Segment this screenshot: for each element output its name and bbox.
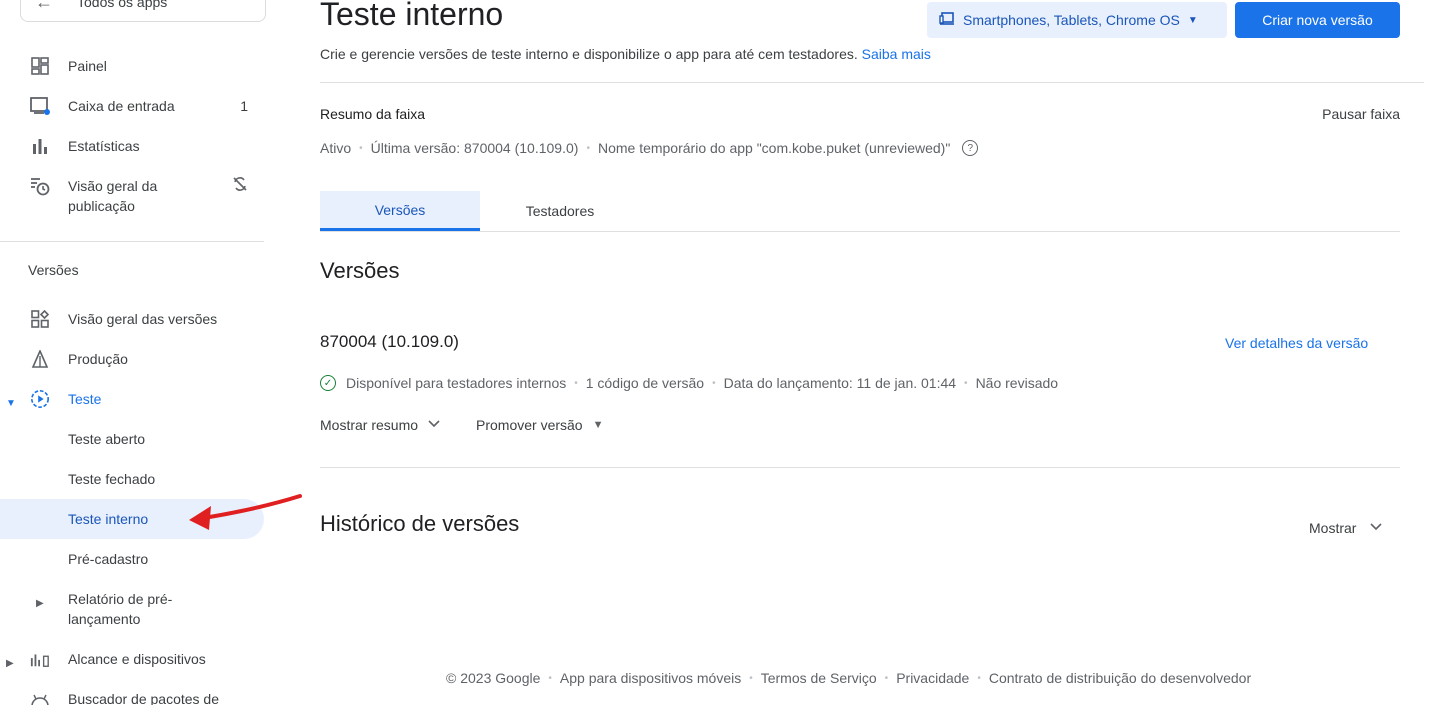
pause-track-button[interactable]: Pausar faixa (1322, 106, 1400, 122)
sidebar-item-publishing-overview[interactable]: Visão geral da publicação (0, 176, 264, 216)
release-version-codes: 1 código de versão (585, 375, 705, 391)
separator-dot: • (359, 142, 363, 154)
footer-mobile-app-link[interactable]: App para dispositivos móveis (560, 670, 741, 686)
footer: © 2023 Google • App para dispositivos mó… (446, 670, 1251, 686)
sidebar-item-label: Teste interno (68, 511, 149, 527)
sidebar-item-label: Visão geral da publicação (68, 176, 157, 216)
check-circle-icon: ✓ (320, 375, 336, 391)
separator-dot: • (712, 377, 716, 389)
sidebar-item-label: Relatório de pré- lançamento (68, 589, 172, 629)
help-icon[interactable]: ? (962, 140, 979, 156)
device-selector-button[interactable]: Smartphones, Tablets, Chrome OS ▼ (927, 2, 1227, 38)
sidebar-item-label: Caixa de entrada (68, 98, 175, 114)
latest-release: Última versão: 870004 (10.109.0) (370, 140, 579, 156)
separator-dot: • (574, 377, 578, 389)
releases-divider (320, 467, 1400, 468)
chevron-down-icon (1370, 522, 1383, 534)
production-icon (30, 349, 50, 369)
tabs-divider (320, 231, 1400, 232)
label-line-1: Relatório de pré- (68, 591, 173, 607)
sidebar-item-label: Teste fechado (68, 471, 156, 487)
caret-down-icon[interactable]: ▼ (6, 394, 16, 414)
label-line-1: Visão geral da (68, 178, 158, 194)
all-apps-label: Todos os apps (77, 0, 168, 10)
subtitle-text: Crie e gerencie versões de teste interno… (320, 46, 858, 62)
show-history-button[interactable]: Mostrar (1309, 520, 1383, 536)
sidebar-section-title: Versões (28, 262, 79, 278)
show-summary-button[interactable]: Mostrar resumo (320, 417, 440, 433)
promote-release-button[interactable]: Promover versão ▼ (476, 417, 603, 433)
footer-distribution-link[interactable]: Contrato de distribuição do desenvolvedo… (989, 670, 1251, 686)
separator-dot: • (964, 377, 968, 389)
sidebar-item-label: Estatísticas (68, 138, 140, 154)
devices-icon (939, 11, 955, 29)
sidebar-item-label: Visão geral das versões (68, 311, 218, 327)
sidebar-divider (0, 241, 264, 242)
device-selector-label: Smartphones, Tablets, Chrome OS (963, 12, 1180, 28)
inbox-icon (30, 96, 50, 116)
separator-dot: • (884, 672, 889, 684)
grid-icon (30, 309, 50, 329)
learn-more-link[interactable]: Saiba mais (862, 46, 931, 62)
promote-release-label: Promover versão (476, 417, 583, 433)
track-summary-title: Resumo da faixa (320, 106, 426, 122)
bar-chart-icon (30, 136, 50, 156)
chevron-down-icon (428, 419, 440, 431)
sidebar: ← Todos os apps Painel Caixa de entrada … (0, 0, 280, 705)
separator-dot: • (977, 672, 981, 684)
release-availability: Disponível para testadores internos (346, 375, 567, 391)
track-meta: Ativo • Última versão: 870004 (10.109.0)… (320, 140, 979, 156)
track-status: Ativo (320, 140, 352, 156)
back-arrow-icon: ← (35, 0, 53, 12)
annotation-arrow-icon (189, 494, 302, 530)
footer-copyright: © 2023 Google (446, 670, 541, 686)
view-release-details-link[interactable]: Ver detalhes da versão (1225, 335, 1368, 351)
dashboard-icon (30, 56, 50, 76)
footer-terms-link[interactable]: Termos de Serviço (761, 670, 877, 686)
release-meta: ✓ Disponível para testadores internos • … (320, 375, 1058, 391)
page-subtitle: Crie e gerencie versões de teste interno… (320, 46, 931, 62)
release-launch-date: Data do lançamento: 11 de jan. 01:44 (723, 375, 957, 391)
sidebar-item-prelaunch-report[interactable]: ▶ Relatório de pré- lançamento (0, 589, 264, 629)
sidebar-item-label: Teste aberto (68, 431, 146, 447)
release-version-code: 870004 (10.109.0) (320, 332, 459, 351)
release-history-heading: Histórico de versões (320, 511, 520, 536)
label-line-2: publicação (68, 198, 135, 214)
separator-dot: • (548, 672, 552, 684)
android-icon (30, 689, 50, 705)
create-release-button[interactable]: Criar nova versão (1235, 2, 1400, 38)
caret-right-icon[interactable]: ▶ (36, 594, 44, 614)
sidebar-item-label: Pré-cadastro (68, 551, 149, 567)
release-review-status: Não revisado (975, 375, 1059, 391)
tab-releases[interactable]: Versões (320, 191, 480, 231)
publishing-overview-icon (30, 176, 50, 196)
sidebar-item-label: Produção (68, 351, 128, 367)
tab-testers[interactable]: Testadores (480, 191, 640, 231)
separator-dot: • (586, 142, 590, 154)
reach-chart-icon (30, 649, 50, 669)
sidebar-item-label: Painel (68, 58, 107, 74)
play-circle-icon (30, 389, 50, 409)
page-title: Teste interno (320, 0, 504, 32)
separator-dot: • (749, 672, 753, 684)
sidebar-item-label: Teste (68, 391, 102, 407)
temporary-app-name: Nome temporário do app "com.kobe.puket (… (597, 140, 951, 156)
caret-right-icon[interactable]: ▶ (6, 654, 14, 674)
inbox-count-badge: 1 (240, 98, 248, 114)
show-summary-label: Mostrar resumo (320, 417, 419, 433)
sidebar-item-label: Alcance e dispositivos (68, 651, 206, 667)
label-line-2: lançamento (68, 611, 141, 627)
sidebar-item-label: Buscador de pacotes de (68, 691, 219, 705)
footer-privacy-link[interactable]: Privacidade (896, 670, 969, 686)
all-apps-button[interactable]: ← Todos os apps (20, 0, 266, 22)
header-divider (320, 82, 1424, 83)
show-history-label: Mostrar (1309, 520, 1357, 536)
dropdown-triangle-icon: ▼ (592, 419, 604, 431)
releases-heading: Versões (320, 258, 400, 283)
dropdown-triangle-icon: ▼ (1187, 14, 1198, 26)
sync-off-icon (232, 176, 248, 197)
